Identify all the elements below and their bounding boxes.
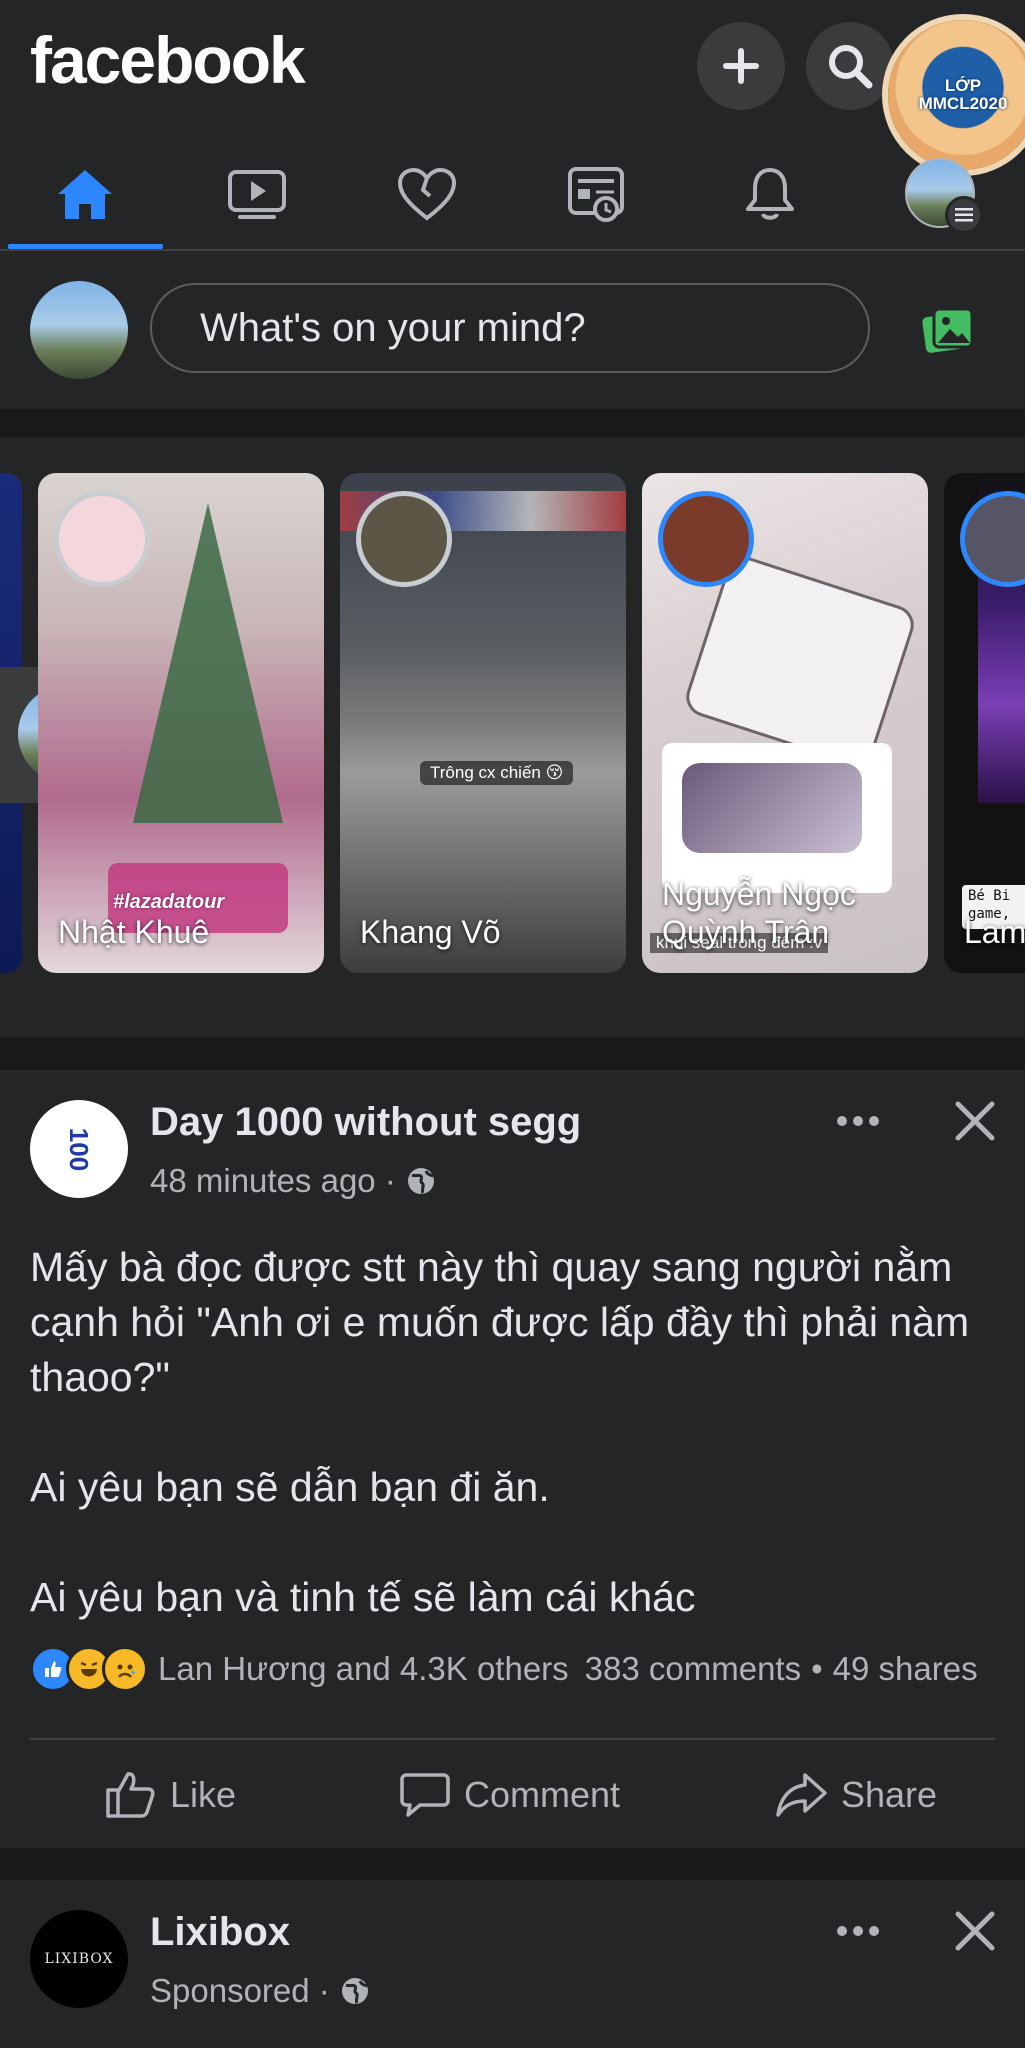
post-meta: 48 minutes ago ·: [150, 1162, 436, 1200]
post-author[interactable]: Lixibox: [150, 1910, 290, 1955]
plus-icon: [723, 48, 759, 84]
story-name: Nhật Khuê: [58, 914, 210, 950]
globe-icon: [407, 1168, 434, 1194]
share-button[interactable]: Share: [775, 1760, 937, 1830]
post-body: Mấy bà đọc được stt này thì quay sang ng…: [30, 1240, 990, 1625]
story-card[interactable]: khui seal trong đêm :v Nguyễn Ngọc Quỳnh…: [642, 473, 928, 973]
search-button[interactable]: [806, 22, 894, 110]
home-icon: [58, 170, 112, 219]
photo-button[interactable]: [922, 307, 974, 360]
like-label: Like: [170, 1774, 237, 1815]
search-icon: [829, 45, 873, 89]
badge-line-2: MMCL2020: [918, 94, 1008, 113]
post-paragraph: Ai yêu bạn sẽ dẫn bạn đi ăn.: [30, 1464, 550, 1510]
stories-tray: #lazadatour Nhật Khuê Trông cx chiến 😚 K…: [0, 437, 1025, 1037]
nav-tabs: [0, 140, 1025, 248]
badge-line-1: LỚP: [944, 76, 982, 95]
share-label: Share: [841, 1774, 938, 1815]
sad-reaction-icon: [102, 1646, 148, 1692]
post-options-button[interactable]: [836, 1924, 880, 1942]
story-name: Lam: [964, 914, 1025, 950]
thumbs-up-icon: [106, 1772, 155, 1818]
brand-logo: LIXIBOX: [44, 1951, 114, 1967]
meta-separator: •: [811, 1650, 823, 1687]
top-bar: facebook LỚP MMCL2020: [0, 0, 1025, 251]
tab-news[interactable]: [522, 140, 672, 248]
sponsored-label[interactable]: Sponsored ·: [150, 1972, 330, 2010]
hide-post-button[interactable]: [954, 1910, 996, 1957]
photo-icon: [922, 307, 974, 353]
tab-notifications[interactable]: [695, 140, 845, 248]
tab-watch[interactable]: [182, 140, 332, 248]
share-icon: [776, 1773, 827, 1817]
story-avatar: [54, 491, 150, 587]
facebook-logo[interactable]: facebook: [30, 22, 306, 98]
post-divider: [30, 1738, 995, 1740]
close-icon: [955, 1911, 995, 1951]
comment-icon: [400, 1773, 450, 1817]
news-feed-icon: [568, 167, 624, 222]
post-time[interactable]: 48 minutes ago ·: [150, 1162, 396, 1200]
video-icon: [228, 170, 286, 219]
feed-post: 100 Day 1000 without segg 48 minutes ago…: [0, 1070, 1025, 1848]
more-icon: [837, 1926, 879, 1936]
comments-count[interactable]: 383 comments: [585, 1650, 801, 1688]
tab-dating[interactable]: [352, 140, 502, 248]
like-button[interactable]: Like: [104, 1760, 236, 1830]
globe-icon: [341, 1978, 368, 2004]
story-card[interactable]: #lazadatour Nhật Khuê: [38, 473, 324, 973]
post-composer: What's on your mind?: [0, 251, 1025, 409]
close-icon: [955, 1101, 995, 1141]
whats-on-your-mind-input[interactable]: What's on your mind?: [150, 283, 870, 373]
post-paragraph: Mấy bà đọc được stt này thì quay sang ng…: [30, 1244, 970, 1400]
comment-button[interactable]: Comment: [400, 1760, 620, 1830]
hide-post-button[interactable]: [954, 1100, 996, 1147]
story-card[interactable]: Bé Bi game, Lam: [944, 473, 1025, 973]
create-button[interactable]: [697, 22, 785, 110]
page-avatar[interactable]: 100: [30, 1100, 128, 1198]
reactions-text[interactable]: Lan Hương and 4.3K others: [158, 1650, 569, 1688]
bell-icon: [746, 168, 794, 220]
story-card[interactable]: Trông cx chiến 😚 Khang Võ: [340, 473, 626, 973]
story-name: Nguyễn Ngọc Quỳnh Trân: [662, 876, 856, 950]
tab-menu[interactable]: [866, 140, 1016, 248]
tab-home[interactable]: [10, 140, 160, 248]
page-avatar[interactable]: LIXIBOX: [30, 1910, 128, 2008]
post-meta: Sponsored ·: [150, 1972, 370, 2010]
post-paragraph: Ai yêu bạn và tinh tế sẽ làm cái khác: [30, 1574, 696, 1620]
reactions-summary[interactable]: Lan Hương and 4.3K others 383 comments •…: [30, 1644, 1025, 1694]
story-avatar: [960, 491, 1025, 587]
story-name: Khang Võ: [360, 914, 501, 950]
story-avatar: [356, 491, 452, 587]
story-image: [133, 503, 283, 823]
story-overlay-text: #lazadatour: [113, 891, 225, 913]
more-icon: [837, 1116, 879, 1126]
story-overlay-text: Trông cx chiến 😚: [420, 761, 574, 785]
heart-icon: [397, 167, 457, 221]
post-options-button[interactable]: [836, 1114, 880, 1132]
story-avatar: [658, 491, 754, 587]
comment-label: Comment: [464, 1774, 621, 1815]
profile-menu-icon: [905, 158, 983, 234]
sponsored-post: LIXIBOX Lixibox Sponsored ·: [0, 1880, 1025, 2048]
shares-count[interactable]: 49 shares: [833, 1650, 978, 1688]
user-avatar[interactable]: [30, 281, 128, 379]
post-author[interactable]: Day 1000 without segg: [150, 1100, 581, 1145]
